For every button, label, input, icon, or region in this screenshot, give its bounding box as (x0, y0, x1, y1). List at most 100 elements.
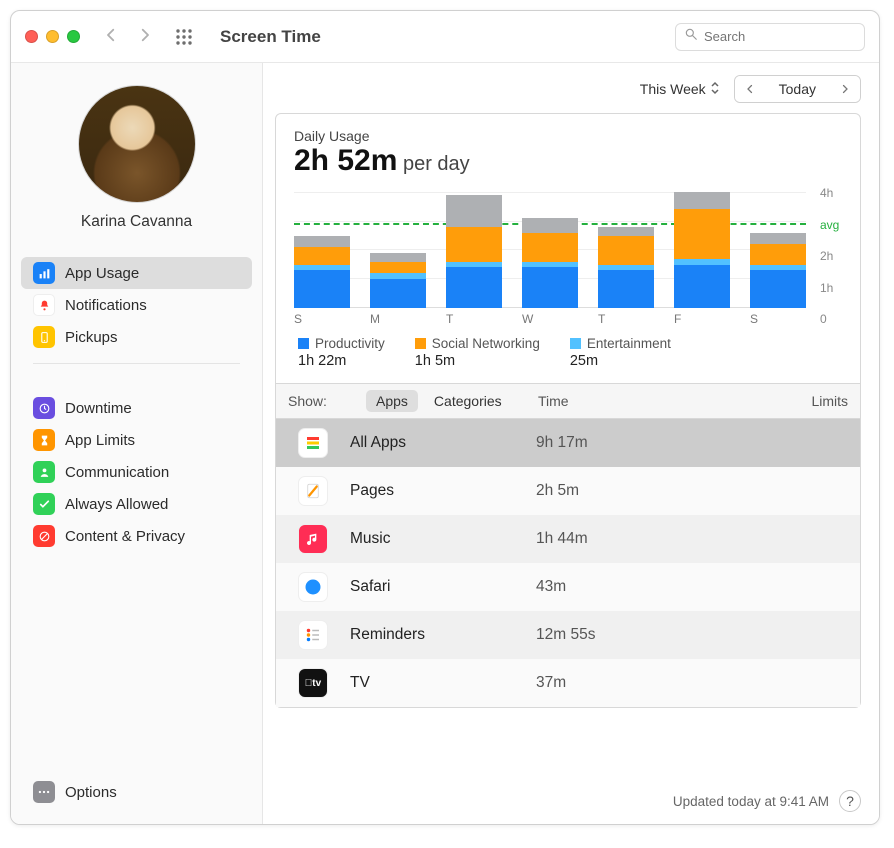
search-icon (684, 27, 698, 46)
screen-time-window: Screen Time Karina Cavanna App Usage Noti… (10, 10, 880, 825)
card-title: Daily Usage (294, 128, 842, 144)
date-nav: Today (734, 75, 861, 103)
app-icon (298, 476, 328, 506)
legend-productivity: Productivity1h 22m (298, 336, 385, 369)
app-name: Pages (350, 482, 536, 500)
app-time: 2h 5m (536, 482, 736, 500)
table-row[interactable]: Safari43m (276, 563, 860, 611)
content-icon (33, 525, 55, 547)
app-usage-icon (33, 262, 55, 284)
app-time: 12m 55s (536, 626, 736, 644)
all-prefs-icon[interactable] (174, 27, 194, 47)
sidebar-item-label: Always Allowed (65, 496, 168, 513)
search-field[interactable] (675, 23, 865, 51)
bar-3 (522, 192, 578, 308)
help-button[interactable]: ? (839, 790, 861, 812)
sidebar-item-options[interactable]: Options (11, 776, 262, 808)
legend-swatch (415, 338, 426, 349)
app-name: TV (350, 674, 536, 692)
sidebar: Karina Cavanna App Usage Notifications Pic… (11, 63, 263, 824)
sidebar-item-label: Options (65, 784, 117, 801)
app-name: Reminders (350, 626, 536, 644)
sidebar-item-always[interactable]: Always Allowed (11, 488, 262, 520)
main-content: This Week Today Daily Us (263, 63, 879, 824)
app-name: All Apps (350, 434, 536, 452)
search-input[interactable] (704, 29, 856, 44)
period-label: This Week (640, 81, 706, 97)
minimize-window-button[interactable] (46, 30, 59, 43)
app-icon: tv (298, 668, 328, 698)
app-time: 1h 44m (536, 530, 736, 548)
table-row[interactable]: All Apps9h 17m (276, 419, 860, 467)
footer: Updated today at 9:41 AM ? (263, 782, 879, 824)
sidebar-item-pickups[interactable]: Pickups (11, 321, 262, 353)
table-header: Show: Apps Categories Time Limits (276, 383, 860, 419)
table-row[interactable]: Pages2h 5m (276, 467, 860, 515)
sidebar-item-label: Content & Privacy (65, 528, 185, 545)
traffic-lights (25, 30, 80, 43)
toggle-categories[interactable]: Categories (424, 390, 512, 412)
per-day-label: per day (397, 153, 469, 175)
usage-card: Daily Usage 2h 52m per day SMTWTFS 4havg… (275, 113, 861, 708)
bar-2 (446, 192, 502, 308)
notifications-icon (33, 294, 55, 316)
table-row[interactable]: tv TV37m (276, 659, 860, 707)
today-button[interactable]: Today (765, 76, 830, 102)
sidebar-item-downtime[interactable]: Downtime (11, 392, 262, 424)
period-picker[interactable]: This Week (634, 76, 726, 103)
col-limits-header[interactable]: Limits (738, 393, 848, 409)
x-tick: M (370, 312, 426, 326)
chart-legend: Productivity1h 22mSocial Networking1h 5m… (276, 326, 860, 383)
app-time: 37m (536, 674, 736, 692)
chevron-updown-icon (710, 80, 720, 99)
bar-4 (598, 192, 654, 308)
app-name: Safari (350, 578, 536, 596)
app-name: Music (350, 530, 536, 548)
sidebar-item-app-usage[interactable]: App Usage (21, 257, 252, 289)
x-tick: W (522, 312, 578, 326)
daily-average-value: 2h 52m (294, 144, 397, 177)
close-window-button[interactable] (25, 30, 38, 43)
user-avatar[interactable] (78, 85, 196, 203)
x-tick: S (750, 312, 806, 326)
window-title: Screen Time (220, 27, 321, 47)
app-icon (298, 620, 328, 650)
prev-period-button[interactable] (735, 76, 765, 102)
back-button[interactable] (98, 24, 124, 50)
bar-1 (370, 192, 426, 308)
sidebar-item-label: App Usage (65, 265, 139, 282)
sidebar-item-app-limits[interactable]: App Limits (11, 424, 262, 456)
sidebar-item-label: Pickups (65, 329, 118, 346)
app-time: 43m (536, 578, 736, 596)
downtime-icon (33, 397, 55, 419)
bar-5 (674, 192, 730, 308)
show-label: Show: (288, 393, 366, 409)
legend-entertainment: Entertainment25m (570, 336, 671, 369)
user-name: Karina Cavanna (11, 213, 262, 231)
sidebar-divider (33, 363, 240, 364)
communication-icon (33, 461, 55, 483)
table-row[interactable]: Music1h 44m (276, 515, 860, 563)
app-rows: All Apps9h 17mPages2h 5mMusic1h 44mSafar… (276, 419, 860, 707)
app-limits-icon (33, 429, 55, 451)
col-time-header[interactable]: Time (538, 393, 738, 409)
pickups-icon (33, 326, 55, 348)
sidebar-item-label: App Limits (65, 432, 135, 449)
sidebar-item-content[interactable]: Content & Privacy (11, 520, 262, 552)
forward-button[interactable] (132, 24, 158, 50)
legend-swatch (298, 338, 309, 349)
zoom-window-button[interactable] (67, 30, 80, 43)
always-icon (33, 493, 55, 515)
table-row[interactable]: Reminders12m 55s (276, 611, 860, 659)
show-toggle: Apps Categories (366, 390, 538, 412)
sidebar-item-label: Notifications (65, 297, 147, 314)
next-period-button[interactable] (830, 76, 860, 102)
x-tick: T (446, 312, 502, 326)
app-icon (298, 572, 328, 602)
sidebar-item-communication[interactable]: Communication (11, 456, 262, 488)
sidebar-item-label: Downtime (65, 400, 132, 417)
toggle-apps[interactable]: Apps (366, 390, 418, 412)
updated-text: Updated today at 9:41 AM (673, 794, 829, 809)
x-tick: S (294, 312, 350, 326)
sidebar-item-notifications[interactable]: Notifications (11, 289, 262, 321)
